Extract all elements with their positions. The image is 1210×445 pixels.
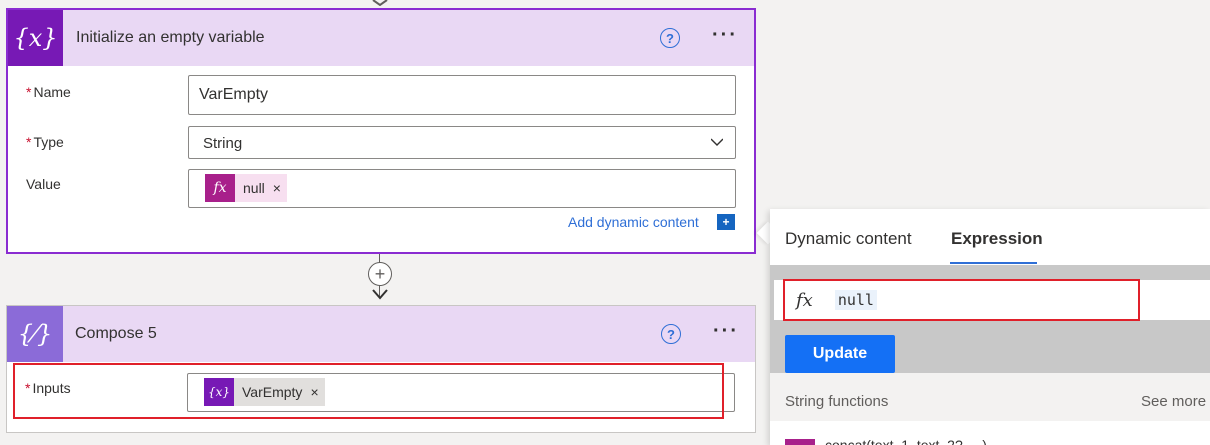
section-title: String functions <box>785 393 889 410</box>
chevron-down-icon[interactable] <box>711 136 723 148</box>
active-tab-indicator <box>950 262 1037 264</box>
function-icon <box>785 439 815 445</box>
fx-icon: fx <box>205 174 235 202</box>
expression-highlight-box <box>783 279 1140 321</box>
type-selected-value: String <box>203 135 243 152</box>
compose-icon: {⁄} <box>7 306 63 362</box>
add-dynamic-content-link[interactable]: Add dynamic content <box>568 214 699 230</box>
function-item[interactable]: concat(text_1, text_2?, ...) <box>785 437 987 445</box>
incoming-arrow-icon <box>372 0 388 6</box>
card-title[interactable]: Initialize an empty variable <box>76 29 265 47</box>
card-title[interactable]: Compose 5 <box>75 325 157 343</box>
tab-expression[interactable]: Expression <box>951 229 1043 249</box>
value-input[interactable]: fx null × <box>188 169 736 208</box>
type-label: * Type <box>26 134 64 150</box>
required-marker: * <box>26 134 32 150</box>
help-icon[interactable]: ? <box>660 28 680 48</box>
required-marker: * <box>26 84 32 100</box>
value-label: Value <box>26 176 61 192</box>
type-select[interactable]: String <box>188 126 736 159</box>
initialize-variable-card[interactable]: {x} Initialize an empty variable ? ··· *… <box>6 8 756 254</box>
help-icon[interactable]: ? <box>661 324 681 344</box>
name-input[interactable]: VarEmpty <box>188 75 736 115</box>
arrow-down-icon <box>372 289 388 300</box>
more-options-icon[interactable]: ··· <box>713 320 739 343</box>
update-button[interactable]: Update <box>785 335 895 373</box>
more-options-icon[interactable]: ··· <box>712 24 738 47</box>
function-signature: concat(text_1, text_2?, ...) <box>825 437 987 445</box>
tab-dynamic-content[interactable]: Dynamic content <box>785 229 912 249</box>
token-text: null <box>243 180 265 196</box>
variable-icon: {x} <box>8 10 63 66</box>
expression-token[interactable]: fx null × <box>205 174 287 202</box>
insert-step-button[interactable]: + <box>368 262 392 286</box>
remove-token-icon[interactable]: × <box>273 180 281 196</box>
see-more-link[interactable]: See more <box>1141 393 1206 410</box>
add-dynamic-content-icon[interactable]: + <box>717 214 735 230</box>
inputs-highlight-box <box>13 363 724 419</box>
dynamic-content-panel[interactable]: Dynamic content Expression fx null Updat… <box>770 209 1210 445</box>
card-header[interactable]: {x} Initialize an empty variable ? ··· <box>8 10 754 66</box>
card-header[interactable]: {⁄} Compose 5 ? ··· <box>7 306 755 362</box>
name-label: * Name <box>26 84 71 100</box>
